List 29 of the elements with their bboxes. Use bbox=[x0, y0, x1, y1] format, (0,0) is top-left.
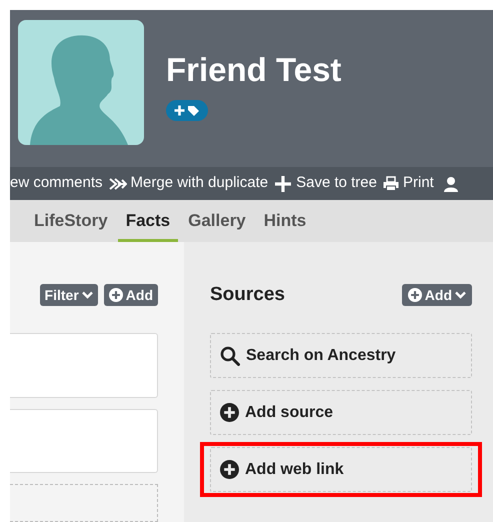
plus-icon bbox=[174, 105, 185, 116]
person-icon bbox=[444, 176, 458, 192]
tab[interactable]: Gallery bbox=[180, 200, 254, 242]
plus-circle-icon bbox=[108, 288, 123, 302]
source-action-button[interactable]: Search on Ancestry bbox=[210, 333, 472, 378]
filter-button[interactable]: Filter bbox=[40, 284, 98, 306]
toolbar-link[interactable]: Print bbox=[383, 172, 434, 195]
add-tag-button[interactable] bbox=[166, 100, 208, 121]
merge-arrow-icon bbox=[108, 178, 127, 190]
tab[interactable]: Hints bbox=[256, 200, 314, 242]
toolbar-link[interactable]: ew comments bbox=[10, 172, 103, 195]
person-name: Friend Test bbox=[166, 50, 342, 90]
search-icon bbox=[220, 346, 240, 366]
plus-icon bbox=[274, 174, 292, 192]
tab[interactable]: LifeStory bbox=[26, 200, 116, 242]
plus-circle-icon bbox=[220, 403, 239, 422]
toolbar-link[interactable]: Save to tree bbox=[274, 172, 377, 195]
chevron-down-icon bbox=[82, 291, 93, 299]
sources-heading: Sources bbox=[210, 282, 285, 307]
chevron-down-icon bbox=[455, 291, 466, 299]
add-dropdown-button[interactable]: Add bbox=[402, 284, 472, 306]
source-action-button[interactable]: Add web link bbox=[210, 447, 472, 492]
plus-circle-icon bbox=[408, 288, 422, 302]
source-action-button[interactable]: Add source bbox=[210, 390, 472, 435]
printer-icon bbox=[383, 176, 399, 191]
add-button[interactable]: Add bbox=[104, 284, 158, 306]
toolbar-link[interactable]: Merge with duplicate bbox=[108, 172, 268, 195]
plus-circle-icon bbox=[220, 460, 239, 479]
tag-icon bbox=[187, 104, 200, 116]
